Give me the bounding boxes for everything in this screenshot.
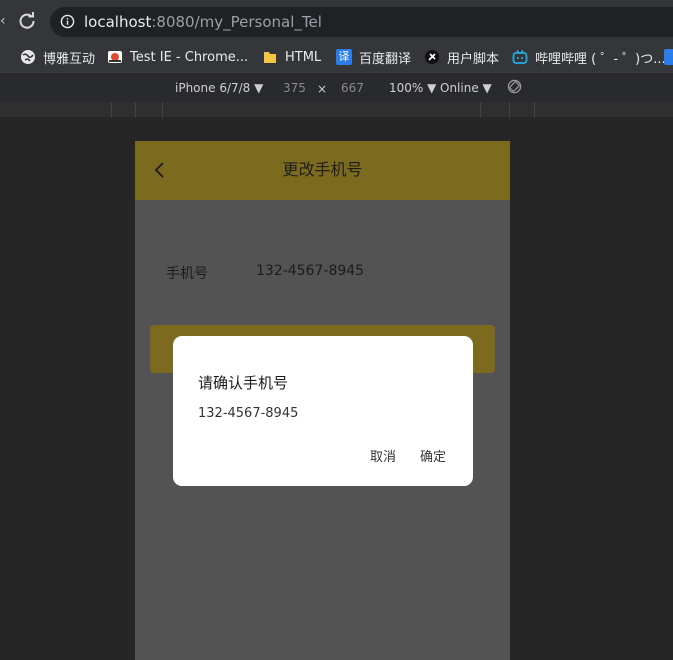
- bookmark-test-ie[interactable]: Test IE - Chrome...: [107, 42, 248, 72]
- network-value: Online: [440, 81, 479, 95]
- bookmark-user-scripts[interactable]: 用户脚本: [424, 42, 499, 72]
- height-input[interactable]: 667: [341, 81, 364, 95]
- phone-value: 132-4567-8945: [256, 263, 365, 279]
- rotate-icon[interactable]: [507, 79, 522, 94]
- times-sign: ×: [317, 82, 328, 96]
- confirm-dialog: 请确认手机号 132-4567-8945 取消 确定: [173, 336, 473, 486]
- device-name: iPhone 6/7/8: [175, 81, 251, 95]
- reload-icon[interactable]: [17, 11, 37, 31]
- translate-icon: 译: [336, 49, 352, 65]
- info-icon[interactable]: [60, 14, 75, 29]
- page-title: 更改手机号: [282, 160, 363, 179]
- page-header: 更改手机号: [135, 141, 510, 200]
- bookmark-bilibili[interactable]: 哔哩哔哩 ( ゜- ゜)つ...: [512, 42, 666, 72]
- bookmark-label: 博雅互动: [43, 51, 96, 67]
- dialog-title: 请确认手机号: [198, 374, 289, 392]
- back-nav-icon[interactable]: ‹: [0, 13, 8, 29]
- bookmark-baidu-translate[interactable]: 译 百度翻译: [336, 42, 411, 72]
- bookmark-boya[interactable]: 博雅互动: [20, 42, 95, 72]
- bookmark-html-folder[interactable]: HTML: [262, 42, 321, 72]
- chevron-down-icon: ▼: [427, 81, 437, 95]
- cancel-button[interactable]: 取消: [370, 449, 396, 467]
- ie-tab-icon: [108, 51, 122, 63]
- bookmark-label: 哔哩哔哩 ( ゜- ゜)つ...: [535, 51, 666, 67]
- globe-icon: [21, 50, 35, 64]
- bookmark-overflow-right[interactable]: [664, 42, 673, 72]
- bookmark-label: Test IE - Chrome...: [130, 49, 249, 65]
- device-select[interactable]: iPhone 6/7/8 ▼: [175, 81, 263, 95]
- bookmark-label: HTML: [285, 49, 322, 65]
- bookmark-label: 百度翻译: [359, 51, 412, 67]
- folder-icon: [264, 52, 276, 63]
- confirm-button[interactable]: 确定: [420, 449, 446, 467]
- url-host: localhost: [84, 13, 152, 31]
- bookmark-label: 用户脚本: [447, 51, 500, 67]
- width-input[interactable]: 375: [283, 81, 306, 95]
- url-path: :8080/my_Personal_Tel: [151, 13, 322, 31]
- browser-toolbar: ‹ localhost:8080/my_Personal_Tel: [0, 0, 673, 42]
- media-query-ruler: [0, 102, 673, 118]
- phone-label: 手机号: [166, 266, 208, 282]
- chevron-down-icon: ▼: [254, 81, 264, 95]
- bookmarks-bar: ▯ 博雅互动 Test IE - Chrome... HTML 译 百度翻译 用…: [0, 42, 673, 72]
- bookmark-overflow[interactable]: ▯: [0, 42, 1, 72]
- chevron-down-icon: ▼: [482, 81, 492, 95]
- zoom-select[interactable]: 100% ▼: [389, 81, 436, 95]
- network-throttle-select[interactable]: Online ▼: [440, 81, 492, 95]
- device-toolbar: iPhone 6/7/8 ▼ 375 × 667 100% ▼ Online ▼: [0, 72, 673, 102]
- script-icon: [425, 50, 439, 64]
- bilibili-icon: [512, 50, 528, 64]
- zoom-value: 100%: [389, 81, 424, 95]
- url-text[interactable]: localhost:8080/my_Personal_Tel: [84, 12, 322, 32]
- dialog-phone: 132-4567-8945: [198, 406, 299, 421]
